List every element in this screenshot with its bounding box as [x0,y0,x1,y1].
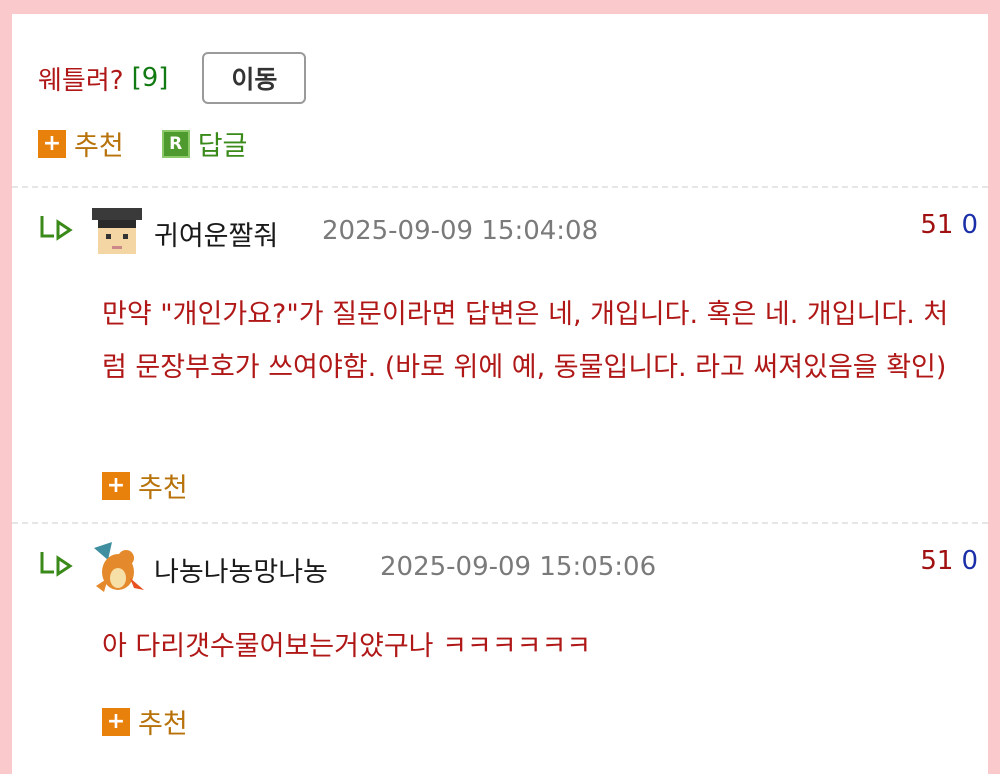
recommend-button[interactable]: 추천 [138,466,188,505]
comment-actions: + 추천 [102,702,188,741]
nickname[interactable]: 귀여운짤줘 [154,214,278,253]
vote-counts: 51 0 [920,210,978,240]
recommend-button[interactable]: 추천 [74,124,124,163]
divider [12,522,988,524]
comment-timestamp: 2025-09-09 15:05:06 [380,552,657,582]
avatar[interactable] [88,538,146,596]
reply-arrow-icon [38,212,74,248]
comment-panel: 웨틀려? [9] 이동 + 추천 R 답글 귀여운짤줘 2025-09-09 1… [12,14,988,774]
nickname[interactable]: 나농나농망나농 [154,550,328,589]
reply-button[interactable]: 답글 [198,124,248,163]
comment-header: 나농나농망나농 2025-09-09 15:05:06 51 0 [38,538,978,602]
comment-header: 귀여운짤줘 2025-09-09 15:04:08 51 0 [38,202,978,266]
comment-text: 만약 "개인가요?"가 질문이라면 답변은 네, 개입니다. 혹은 네. 개입니… [102,299,949,383]
comment-text: 아 다리갯수물어보는거얐구나 ㅋㅋㅋㅋㅋㅋ [102,631,592,662]
divider [12,186,988,188]
post-actions: + 추천 R 답글 [38,124,247,163]
vote-counts: 51 0 [920,546,978,576]
plus-icon: + [102,471,130,500]
comment-timestamp: 2025-09-09 15:04:08 [322,216,599,246]
plus-icon: + [38,129,66,158]
recommend-button[interactable]: 추천 [138,702,188,741]
question-label: 웨틀려? [38,65,124,96]
upvote-count[interactable]: 51 [920,210,953,240]
plus-icon: + [102,707,130,736]
downvote-count[interactable]: 0 [961,546,978,576]
downvote-count[interactable]: 0 [961,210,978,240]
reply-badge-icon: R [161,129,190,158]
question-row: 웨틀려? [9] 이동 [38,50,307,106]
move-button[interactable]: 이동 [202,52,307,104]
upvote-count[interactable]: 51 [920,546,953,576]
comment-actions: + 추천 [102,466,188,505]
reply-arrow-icon [38,548,74,584]
reply-count[interactable]: [9] [132,63,169,93]
avatar[interactable] [88,202,146,260]
